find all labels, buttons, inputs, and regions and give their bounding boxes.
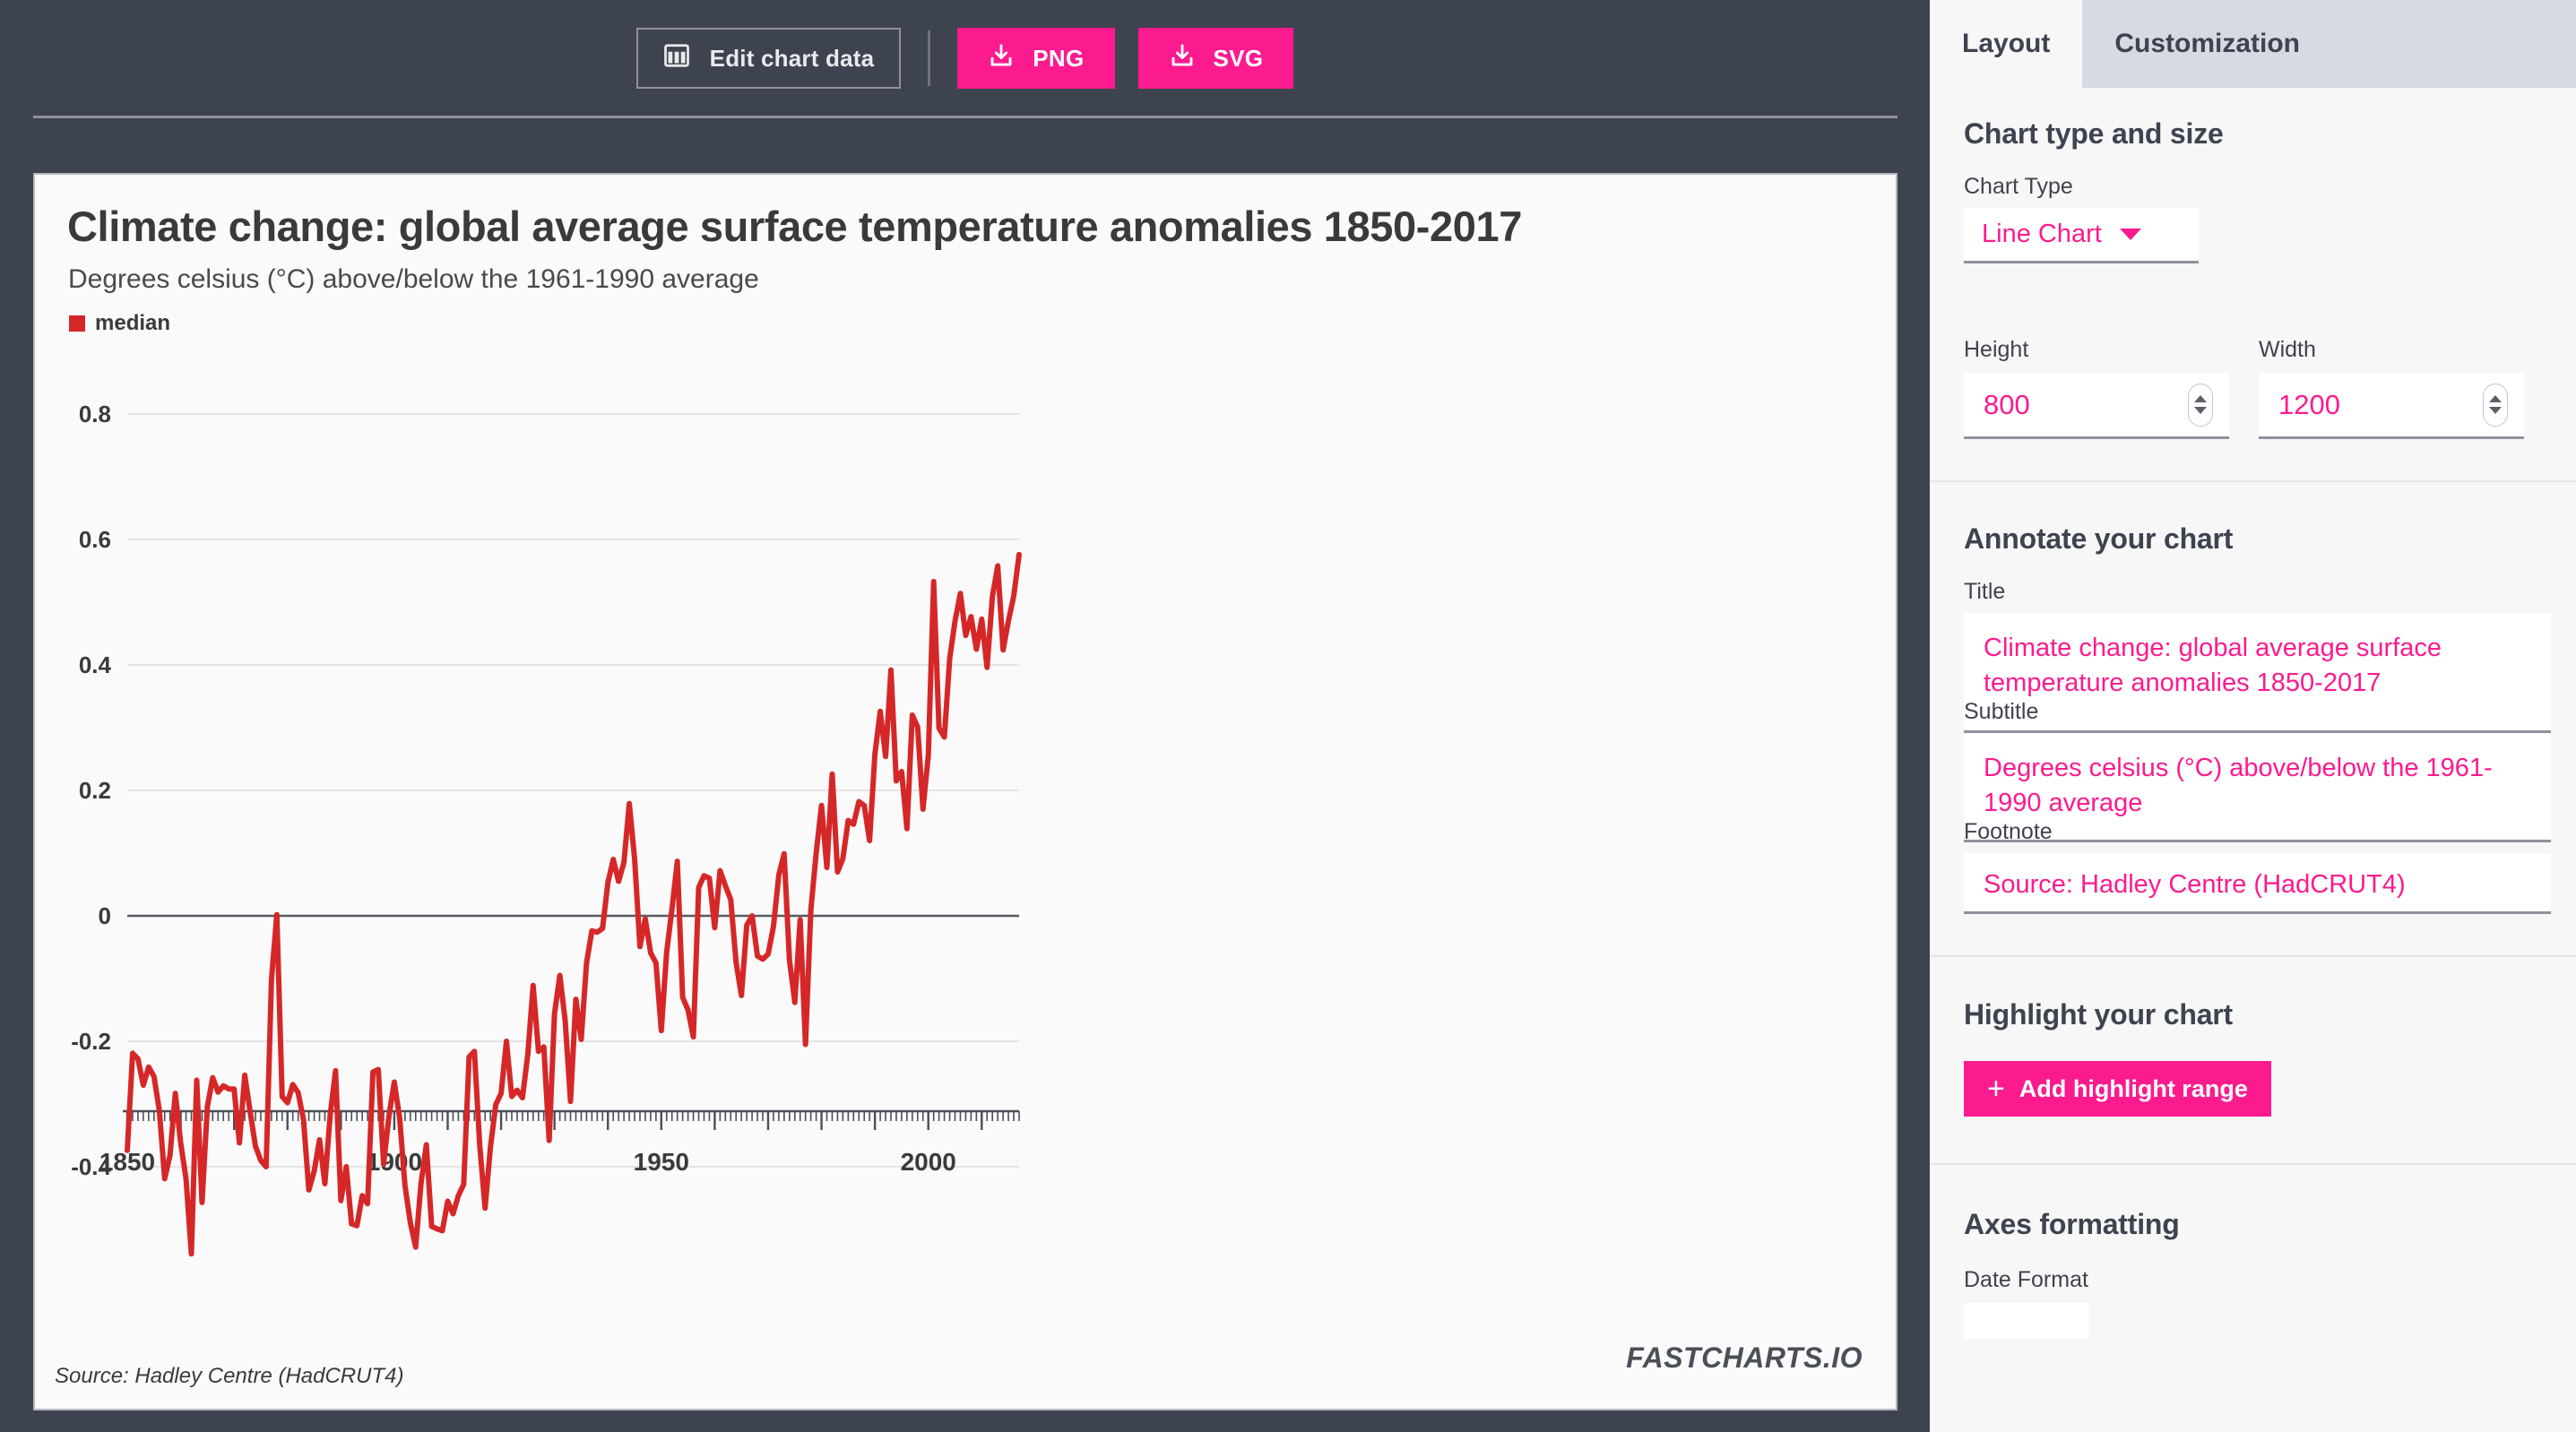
toolbar-divider bbox=[928, 30, 931, 86]
section-heading-chart-type-and-size: Chart type and size bbox=[1964, 117, 2224, 150]
download-png-button[interactable]: PNG bbox=[957, 28, 1115, 89]
chart-toolbar: Edit chart data PNG SVG bbox=[0, 0, 1930, 116]
chevron-down-icon bbox=[2119, 229, 2141, 240]
add-highlight-range-button[interactable]: + Add highlight range bbox=[1964, 1061, 2271, 1117]
sidebar-tabs: Layout Customization bbox=[1930, 0, 2576, 88]
series-line-median bbox=[125, 551, 1022, 1257]
width-stepper[interactable] bbox=[2483, 383, 2508, 427]
line-chart-svg: -0.4-0.200.20.40.60.8 1850 1900 1950 2000 bbox=[71, 401, 1022, 1257]
plot-area: -0.4 -0.2 0 0.2 0.4 0.6 0.8 1850 1900 1950 2000 bbox=[35, 175, 1896, 1409]
subtitle-label: Subtitle bbox=[1964, 699, 2039, 724]
footnote-input[interactable]: Source: Hadley Centre (HadCRUT4) bbox=[1964, 853, 2551, 914]
section-heading-highlight-your-chart: Highlight your chart bbox=[1964, 998, 2234, 1031]
section-heading-axes-formatting: Axes formatting bbox=[1964, 1208, 2180, 1240]
tab-customization[interactable]: Customization bbox=[2082, 0, 2332, 88]
download-icon bbox=[1169, 42, 1196, 75]
edit-chart-data-label: Edit chart data bbox=[709, 44, 875, 72]
chart-type-value: Line Chart bbox=[1982, 220, 2102, 248]
y-tick-label: 0.2 bbox=[79, 777, 111, 804]
table-icon bbox=[663, 42, 690, 75]
y-tick-label: 0 bbox=[99, 902, 111, 929]
divider bbox=[1930, 955, 2576, 957]
date-format-label: Date Format bbox=[1964, 1267, 2088, 1292]
layout-panel: Chart type and size Chart Type Line Char… bbox=[1930, 88, 2576, 1432]
y-axis-tick-labels: -0.4-0.200.20.40.60.8 bbox=[71, 401, 111, 1180]
title-label: Title bbox=[1964, 579, 2006, 604]
settings-sidebar: Layout Customization Chart type and size… bbox=[1930, 0, 2576, 1432]
main-area: Edit chart data PNG SVG Climate change: … bbox=[0, 0, 1930, 1432]
chart-type-select[interactable]: Line Chart bbox=[1964, 208, 2199, 263]
width-value: 1200 bbox=[2278, 388, 2340, 420]
height-input[interactable]: 800 bbox=[1964, 373, 2229, 439]
width-input[interactable]: 1200 bbox=[2259, 373, 2524, 439]
y-tick-label: 0.4 bbox=[79, 651, 112, 678]
fastcharts-editor: Edit chart data PNG SVG Climate change: … bbox=[0, 0, 2576, 1432]
y-tick-label: 0.8 bbox=[79, 401, 111, 427]
download-png-label: PNG bbox=[1033, 44, 1085, 72]
x-tick-label: 2000 bbox=[901, 1148, 956, 1176]
plus-icon: + bbox=[1987, 1072, 2005, 1106]
download-icon bbox=[988, 42, 1015, 75]
height-label: Height bbox=[1964, 337, 2029, 362]
fastcharts-watermark: FASTCHARTS.IO bbox=[1626, 1341, 1863, 1374]
height-value: 800 bbox=[1984, 388, 2030, 420]
x-tick-label: 1900 bbox=[367, 1148, 422, 1176]
chart-preview-card: Climate change: global average surface t… bbox=[33, 173, 1897, 1410]
divider bbox=[1930, 480, 2576, 482]
edit-chart-data-button[interactable]: Edit chart data bbox=[635, 28, 902, 89]
section-heading-annotate-your-chart: Annotate your chart bbox=[1964, 522, 2234, 555]
x-axis bbox=[123, 1109, 1020, 1130]
y-tick-label: 0.6 bbox=[79, 526, 111, 553]
height-stepper[interactable] bbox=[2188, 383, 2213, 427]
chart-footnote: Source: Hadley Centre (HadCRUT4) bbox=[55, 1364, 404, 1388]
x-axis-tick-labels: 1850 1900 1950 2000 bbox=[99, 1148, 956, 1176]
download-svg-button[interactable]: SVG bbox=[1137, 28, 1294, 89]
footnote-label: Footnote bbox=[1964, 819, 2053, 844]
width-label: Width bbox=[2259, 337, 2316, 362]
add-highlight-range-label: Add highlight range bbox=[2018, 1074, 2248, 1102]
chart-type-label: Chart Type bbox=[1964, 174, 2073, 199]
divider bbox=[1930, 1163, 2576, 1165]
y-tick-label: -0.2 bbox=[71, 1028, 111, 1055]
title-input[interactable]: Climate change: global average surface t… bbox=[1964, 613, 2551, 733]
download-svg-label: SVG bbox=[1213, 44, 1264, 72]
x-tick-label: 1950 bbox=[634, 1148, 689, 1176]
tab-layout[interactable]: Layout bbox=[1930, 0, 2083, 88]
date-format-select[interactable] bbox=[1964, 1303, 2089, 1339]
toolbar-rule bbox=[33, 116, 1897, 118]
